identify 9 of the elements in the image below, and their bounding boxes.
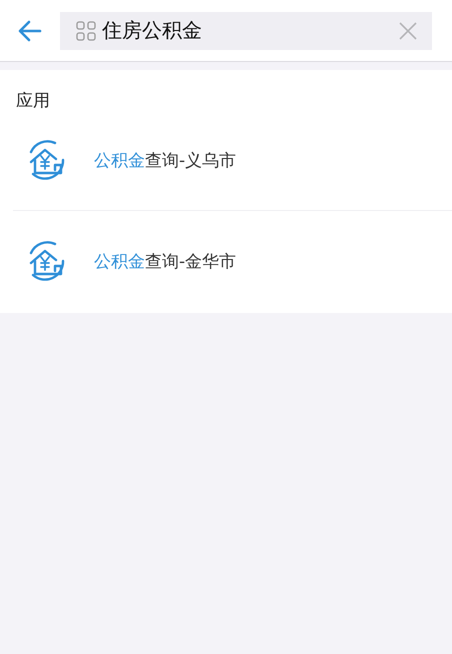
close-icon [399, 22, 417, 40]
section-title: 应用 [15, 90, 51, 112]
app-result-item[interactable]: 公积金查询-义乌市 [13, 110, 452, 210]
search-field[interactable]: 住房公积金 [60, 12, 432, 50]
back-arrow-icon [18, 20, 42, 42]
result-title: 公积金查询-金华市 [94, 250, 236, 272]
result-title: 公积金查询-义乌市 [94, 150, 236, 172]
grid-icon [76, 20, 96, 40]
app-result-item[interactable]: 公积金查询-金华市 [13, 210, 452, 311]
